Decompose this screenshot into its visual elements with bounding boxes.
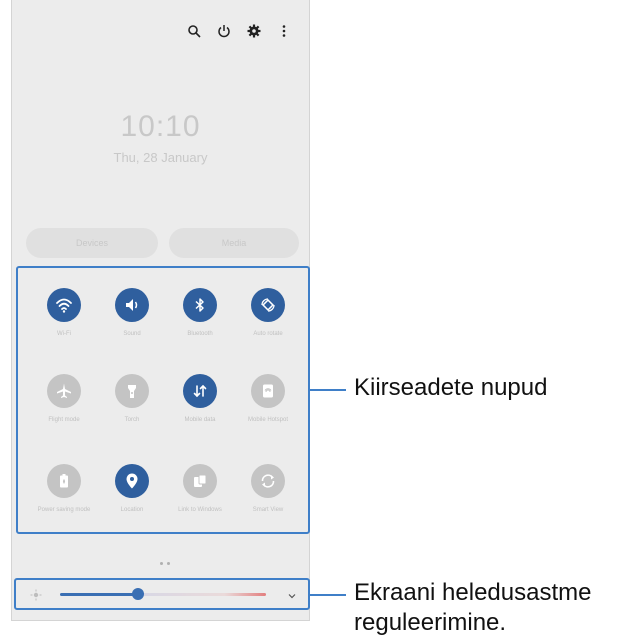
devices-button[interactable]: Devices <box>26 228 158 258</box>
clock-date: Thu, 28 January <box>113 150 208 165</box>
quick-settings-panel: Wi-Fi Sound Bluetooth Auto rotate Flight mod… <box>16 266 310 534</box>
mobile-hotspot-icon[interactable] <box>251 374 285 408</box>
tile-label: Bluetooth <box>187 331 213 337</box>
quick-panel-toolbar <box>185 22 293 40</box>
tile-label: Power saving mode <box>37 507 91 513</box>
link-to-windows-icon[interactable] <box>183 464 217 498</box>
smart-view-icon[interactable] <box>251 464 285 498</box>
tile-airplane[interactable]: Flight mode <box>36 374 92 424</box>
tile-bluetooth[interactable]: Bluetooth <box>172 288 228 338</box>
clock-time: 10:10 <box>120 110 201 143</box>
page-indicator <box>160 562 170 565</box>
tile-torch[interactable]: Torch <box>104 374 160 424</box>
lock-clock: 10:10 Thu, 28 January <box>12 110 309 165</box>
quick-settings-grid: Wi-Fi Sound Bluetooth Auto rotate Flight mod… <box>18 268 308 532</box>
gear-icon[interactable] <box>245 22 263 40</box>
tile-label: Auto rotate <box>253 331 283 337</box>
tile-smart-view[interactable]: Smart View <box>240 464 296 514</box>
chevron-down-icon[interactable] <box>286 589 298 601</box>
sound-icon[interactable] <box>115 288 149 322</box>
search-icon[interactable] <box>185 22 203 40</box>
tile-label: Mobile data <box>184 417 216 423</box>
mobile-data-icon[interactable] <box>183 374 217 408</box>
tile-label: Torch <box>124 417 140 423</box>
callout-connector-brightness <box>310 594 346 596</box>
callout-brightness-line2: reguleerimine. <box>354 609 507 636</box>
brightness-slider-track[interactable] <box>60 593 266 596</box>
tile-mobile-data[interactable]: Mobile data <box>172 374 228 424</box>
power-icon[interactable] <box>215 22 233 40</box>
tile-sound[interactable]: Sound <box>104 288 160 338</box>
brightness-bar <box>14 578 310 610</box>
tile-label: Mobile Hotspot <box>247 417 289 423</box>
tile-auto-rotate[interactable]: Auto rotate <box>240 288 296 338</box>
callout-quick-settings: Kiirseadete nupud <box>354 374 548 401</box>
tile-label: Smart View <box>252 507 284 513</box>
tile-label: Location <box>120 507 144 513</box>
brightness-slider-thumb[interactable] <box>132 588 145 600</box>
wifi-icon[interactable] <box>47 288 81 322</box>
more-vert-icon[interactable] <box>275 22 293 40</box>
bluetooth-icon[interactable] <box>183 288 217 322</box>
tile-mobile-hotspot[interactable]: Mobile Hotspot <box>240 374 296 424</box>
callout-brightness-line1: Ekraani heledusastme <box>354 579 592 606</box>
callout-connector-quick-settings <box>310 389 346 391</box>
tile-wifi[interactable]: Wi-Fi <box>36 288 92 338</box>
tile-label: Sound <box>123 331 141 337</box>
tile-link-to-windows[interactable]: Link to Windows <box>172 464 228 514</box>
tile-label: Link to Windows <box>178 507 222 513</box>
airplane-icon[interactable] <box>47 374 81 408</box>
torch-icon[interactable] <box>115 374 149 408</box>
tile-location[interactable]: Location <box>104 464 160 514</box>
brightness-sun-icon <box>30 588 42 601</box>
location-icon[interactable] <box>115 464 149 498</box>
tile-power-saving[interactable]: Power saving mode <box>36 464 92 514</box>
auto-rotate-icon[interactable] <box>251 288 285 322</box>
tile-label: Flight mode <box>48 417 80 423</box>
media-button[interactable]: Media <box>169 228 299 258</box>
tile-label: Wi-Fi <box>57 331 71 337</box>
power-saving-icon[interactable] <box>47 464 81 498</box>
